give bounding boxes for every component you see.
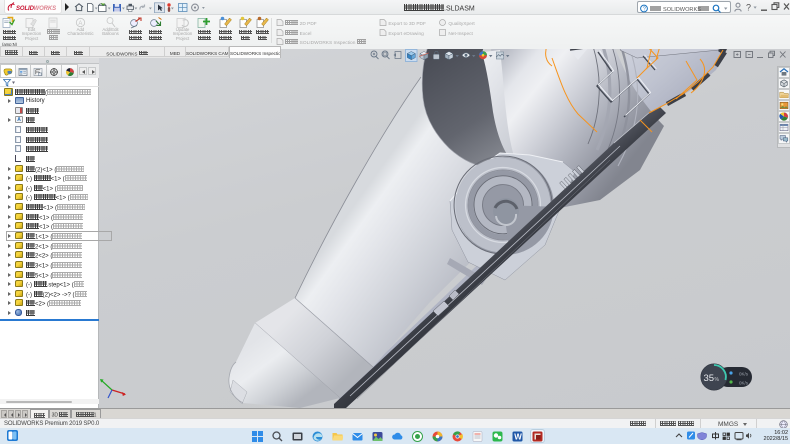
svg-text:SOLID: SOLID xyxy=(16,6,35,12)
svg-text:A: A xyxy=(78,21,82,27)
svg-text:35: 35 xyxy=(704,373,715,384)
svg-text:W: W xyxy=(514,432,522,441)
svg-text:SOLIDWORKS: SOLIDWORKS xyxy=(663,6,701,12)
svg-text:?: ? xyxy=(643,6,646,12)
svg-text:WORKS: WORKS xyxy=(34,6,57,12)
svg-text:0K/s: 0K/s xyxy=(739,372,749,377)
svg-text:?: ? xyxy=(746,3,751,13)
svg-text:0K/s: 0K/s xyxy=(739,381,749,386)
svg-text:%: % xyxy=(715,377,720,383)
